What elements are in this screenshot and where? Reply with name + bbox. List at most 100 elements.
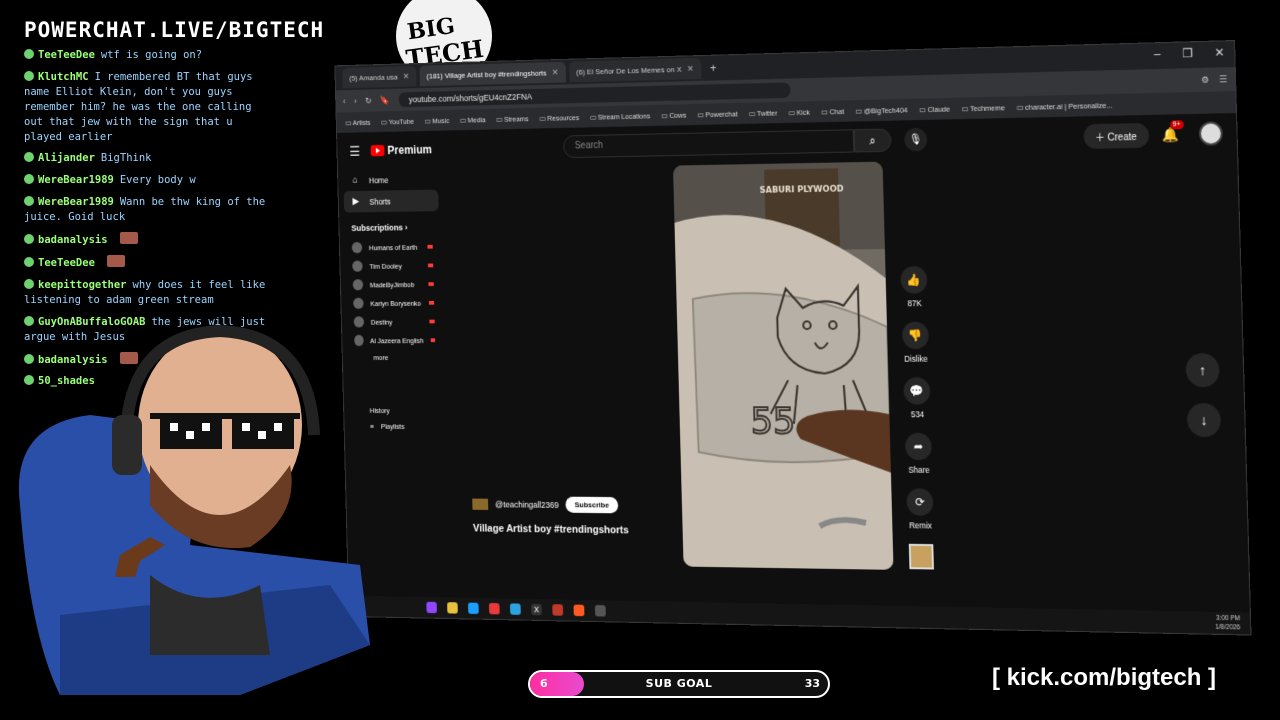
sound-thumbnail[interactable]: [902, 543, 940, 570]
previous-short-button[interactable]: ↑: [1185, 353, 1220, 388]
bookmark-item[interactable]: Music: [424, 116, 449, 125]
bookmark-item[interactable]: Twitter: [749, 108, 778, 117]
chat-message: WereBear1989 Wann be thw king of the juic…: [24, 195, 274, 225]
menu-dots-icon[interactable]: ☰: [1219, 74, 1227, 85]
twitch-icon[interactable]: [426, 601, 437, 614]
tab-amanda[interactable]: (5) Amanda usa ✕: [342, 65, 417, 89]
extensions-icon[interactable]: ⚙: [1201, 74, 1209, 85]
bookmark-item[interactable]: Stream Locations: [590, 111, 650, 121]
share-button[interactable]: ➦ Share: [899, 432, 938, 475]
bookmark-item[interactable]: Artists: [345, 118, 371, 127]
chat-badge-icon: [24, 174, 34, 185]
telegram-icon[interactable]: [509, 603, 521, 615]
chat-message: WereBear1989 Every body w: [24, 173, 274, 188]
channel-avatar: [353, 297, 364, 309]
short-video-player[interactable]: SABURI PLYWOOD 55: [672, 161, 894, 570]
voice-search-button[interactable]: 🎙: [904, 127, 928, 152]
channel-row: @teachingall2369 Subscribe: [472, 496, 704, 515]
live-indicator-icon: [429, 319, 435, 324]
back-icon[interactable]: ‹: [343, 97, 346, 106]
bookmark-item[interactable]: YouTube: [381, 117, 414, 126]
bookmark-item[interactable]: character.ai | Personalize...: [1016, 100, 1112, 111]
sidebar-item-home[interactable]: ⌂ Home: [343, 168, 438, 191]
channel-handle[interactable]: @teachingall2369: [495, 499, 559, 509]
chat-text: BigThink: [100, 152, 152, 165]
sub-goal-bar: 6 SUB GOAL 33: [528, 670, 830, 698]
app-icon[interactable]: [552, 604, 564, 616]
obs-icon[interactable]: [488, 602, 500, 615]
x-icon[interactable]: X: [531, 603, 542, 616]
reload-icon[interactable]: ↻: [365, 95, 372, 105]
comments-button[interactable]: 💬 534: [898, 377, 937, 419]
chat-badge-icon: [24, 234, 34, 245]
chat-username: WereBear1989: [38, 174, 114, 187]
like-button[interactable]: 👍 87K: [895, 266, 934, 308]
system-clock: 3:00 PM 1/8/2026: [1215, 614, 1241, 631]
bookmark-item[interactable]: Media: [460, 115, 486, 124]
chat-username: WereBear1989: [38, 196, 114, 209]
bookmark-item[interactable]: Resources: [539, 113, 579, 122]
thumbs-down-icon: 👎: [901, 321, 929, 350]
short-title[interactable]: Village Artist boy #trendingshorts: [473, 523, 705, 537]
live-indicator-icon: [428, 300, 435, 305]
search-button[interactable]: ⌕: [853, 128, 892, 153]
active-app-icon[interactable]: [594, 604, 606, 617]
close-tab-icon[interactable]: ✕: [403, 71, 410, 81]
browser-window: (5) Amanda usa ✕ (181) Village Artist boy…: [334, 40, 1252, 636]
bookmark-item[interactable]: @BigTech404: [855, 105, 908, 115]
search-input[interactable]: Search: [562, 129, 855, 159]
minimize-icon[interactable]: –: [1154, 47, 1161, 61]
create-button[interactable]: ＋ Create: [1083, 122, 1149, 149]
live-indicator-icon: [427, 263, 434, 268]
brave-icon[interactable]: [573, 604, 585, 617]
subscription-label: MadeByJimbob: [369, 280, 415, 289]
chat-text: Every body w: [119, 174, 196, 187]
close-tab-icon[interactable]: ✕: [687, 63, 694, 74]
sidebar-item-shorts[interactable]: ▶ Shorts: [343, 189, 439, 213]
bookmark-item[interactable]: Techmeme: [961, 103, 1005, 113]
steam-icon[interactable]: [467, 602, 479, 615]
youtube-page: ☰ Premium Search ⌕ 🎙 ＋ Create 🔔 9+ ⌂ Home …: [336, 113, 1250, 613]
svg-text:SABURI PLYWOOD: SABURI PLYWOOD: [759, 184, 843, 195]
chat-text: wtf is going on?: [100, 49, 203, 61]
close-window-icon[interactable]: ✕: [1214, 45, 1224, 59]
maximize-icon[interactable]: ❐: [1182, 46, 1193, 60]
notifications-button[interactable]: 🔔 9+: [1162, 119, 1184, 143]
subscription-item[interactable]: Karlyn Borysenko: [346, 293, 441, 312]
dislike-button[interactable]: 👎 Dislike: [896, 321, 935, 364]
chat-username: Alijander: [38, 152, 95, 165]
chat-message: KlutchMC I remembered BT that guys name E…: [24, 70, 274, 145]
tab-memes[interactable]: (6) El Señor De Los Memes on X ✕: [568, 57, 702, 83]
chat-badge-icon: [24, 256, 34, 267]
bookmark-item[interactable]: Streams: [496, 114, 529, 123]
folder-icon[interactable]: [447, 602, 458, 614]
chat-message: TeeTeeDee: [24, 254, 274, 271]
bookmark-item[interactable]: Chat: [821, 107, 844, 116]
remix-button[interactable]: ⟳ Remix: [901, 488, 940, 530]
bookmark-item[interactable]: Powerchat: [697, 109, 737, 119]
bookmark-icon[interactable]: 🔖: [380, 95, 390, 105]
forward-icon[interactable]: ›: [354, 96, 357, 105]
bookmark-item[interactable]: Kick: [788, 107, 810, 116]
subscriptions-heading[interactable]: Subscriptions ›: [344, 211, 439, 238]
new-tab-button[interactable]: +: [704, 61, 717, 75]
bookmark-item[interactable]: Cows: [661, 110, 686, 119]
chat-username: TeeTeeDee: [38, 49, 95, 61]
subscribe-button[interactable]: Subscribe: [565, 496, 619, 514]
close-tab-icon[interactable]: ✕: [552, 67, 559, 78]
bookmark-item[interactable]: Claude: [919, 104, 950, 113]
subscription-item[interactable]: Humans of Earth: [345, 237, 440, 257]
youtube-logo[interactable]: Premium: [370, 143, 432, 157]
channel-avatar[interactable]: [472, 498, 489, 510]
subscription-item[interactable]: MadeByJimbob: [346, 275, 441, 294]
chat-username: badanalysis: [38, 234, 108, 247]
account-avatar[interactable]: [1198, 121, 1224, 146]
subscription-item[interactable]: Tim Dooley: [345, 256, 440, 276]
home-icon: ⌂: [352, 175, 358, 186]
sub-goal-target: 33: [804, 677, 820, 690]
next-short-button[interactable]: ↓: [1186, 403, 1222, 438]
hamburger-menu-icon[interactable]: ☰: [349, 143, 360, 159]
kick-channel-link: [ kick.com/bigtech ]: [992, 664, 1217, 691]
live-indicator-icon: [427, 244, 433, 249]
tab-village-artist[interactable]: (181) Village Artist boy #trendingshorts…: [419, 61, 566, 87]
